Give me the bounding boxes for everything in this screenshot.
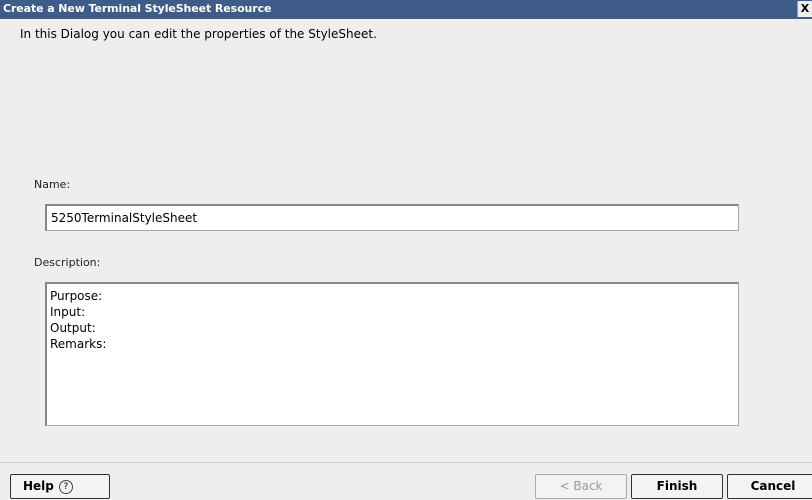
help-button-label: Help [23,479,54,493]
footer-divider [0,462,812,463]
description-textarea[interactable]: Purpose: Input: Output: Remarks: [45,282,739,426]
description-line-output: Output: [50,321,96,335]
back-button[interactable]: < Back [535,474,627,499]
description-line-input: Input: [50,305,86,319]
cancel-button[interactable]: Cancel [727,474,812,499]
intro-text: In this Dialog you can edit the properti… [20,27,377,41]
help-button[interactable]: Help? [10,474,110,499]
title-bar: Create a New Terminal StyleSheet Resourc… [0,0,812,19]
description-label: Description: [34,256,101,269]
description-line-purpose: Purpose: [50,289,103,303]
close-button[interactable]: X [797,1,812,17]
description-line-remarks: Remarks: [50,337,107,351]
name-label: Name: [34,178,71,191]
name-input[interactable]: 5250TerminalStyleSheet [45,204,739,231]
finish-button[interactable]: Finish [631,474,723,499]
window-title: Create a New Terminal StyleSheet Resourc… [3,2,272,15]
help-icon: ? [58,479,73,494]
